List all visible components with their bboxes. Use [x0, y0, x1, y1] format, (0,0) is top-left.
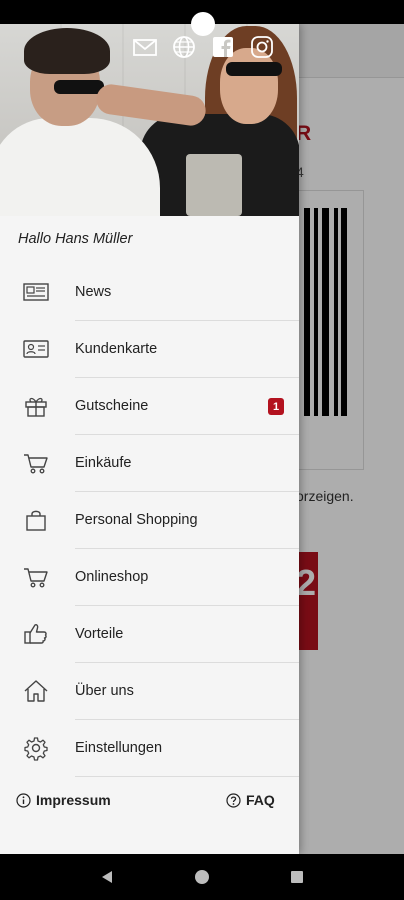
- shopping-bag-icon: [22, 507, 50, 533]
- menu-item-label: News: [75, 284, 112, 300]
- menu-item-label: Einstellungen: [75, 740, 163, 756]
- system-navigation-bar: [0, 854, 404, 900]
- impressum-label: Impressum: [36, 792, 111, 808]
- social-links: [132, 34, 275, 60]
- mail-icon[interactable]: [132, 34, 158, 60]
- menu-item-label: Personal Shopping: [75, 512, 198, 528]
- id-card-icon: [22, 336, 50, 362]
- menu-item-news[interactable]: News: [0, 264, 299, 321]
- menu-item-kundenkarte[interactable]: Kundenkarte: [0, 321, 299, 378]
- home-button-icon[interactable]: [187, 862, 217, 892]
- menu-item-label: Vorteile: [75, 626, 124, 642]
- back-icon[interactable]: [92, 862, 122, 892]
- faq-label: FAQ: [246, 792, 275, 808]
- help-icon: [226, 792, 241, 808]
- menu-item-label: Über uns: [75, 683, 134, 699]
- cart-icon: [22, 564, 50, 590]
- home-icon: [22, 678, 50, 704]
- menu-item-label: Gutscheine: [75, 398, 149, 414]
- menu-item-ueber-uns[interactable]: Über uns: [0, 663, 299, 720]
- gear-icon: [22, 735, 50, 761]
- newspaper-icon: [22, 279, 50, 305]
- greeting-text: Hallo Hans Müller: [18, 231, 133, 247]
- menu-item-label: Onlineshop: [75, 569, 149, 585]
- menu-item-label: Einkäufe: [75, 455, 132, 471]
- gift-icon: [22, 393, 50, 419]
- menu-item-personal-shopping[interactable]: Personal Shopping: [0, 492, 299, 549]
- instagram-icon[interactable]: [249, 34, 275, 60]
- faq-link[interactable]: FAQ: [226, 792, 275, 808]
- menu-item-einkaeufe[interactable]: Einkäufe: [0, 435, 299, 492]
- facebook-icon[interactable]: [210, 34, 236, 60]
- cart-icon: [22, 450, 50, 476]
- notification-badge: 1: [268, 398, 284, 415]
- menu-item-vorteile[interactable]: Vorteile: [0, 606, 299, 663]
- navigation-drawer: Hallo Hans Müller News Kundenkarte Gutsc…: [0, 24, 299, 854]
- globe-icon[interactable]: [171, 34, 197, 60]
- info-icon: [16, 792, 31, 808]
- impressum-link[interactable]: Impressum: [16, 792, 111, 808]
- camera-cutout: [191, 12, 215, 36]
- menu-item-onlineshop[interactable]: Onlineshop: [0, 549, 299, 606]
- drawer-header-image: [0, 24, 299, 216]
- thumbs-up-icon: [22, 621, 50, 647]
- menu-item-gutscheine[interactable]: Gutscheine 1: [0, 378, 299, 435]
- drawer-footer: Impressum FAQ: [0, 788, 299, 816]
- menu-item-einstellungen[interactable]: Einstellungen: [0, 720, 299, 777]
- recents-icon[interactable]: [282, 862, 312, 892]
- drawer-menu: News Kundenkarte Gutscheine 1 Einkäufe P…: [0, 264, 299, 777]
- menu-item-label: Kundenkarte: [75, 341, 158, 357]
